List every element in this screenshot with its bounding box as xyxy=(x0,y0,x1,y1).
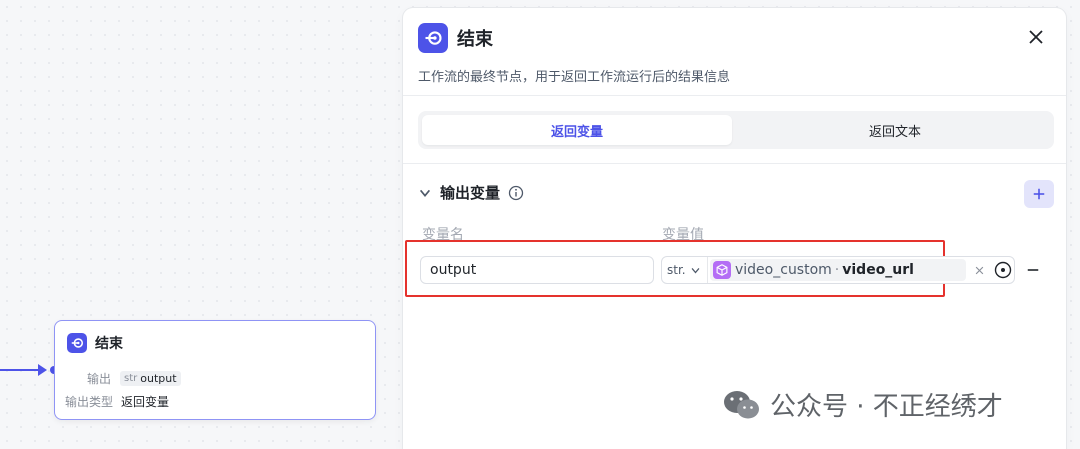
close-icon xyxy=(1029,30,1043,44)
node-output-type-label: 输出类型 xyxy=(65,395,114,409)
node-header: 结束 xyxy=(67,333,123,353)
clear-reference-button[interactable] xyxy=(972,261,986,279)
select-reference-button[interactable] xyxy=(992,259,1014,281)
minus-icon xyxy=(1027,269,1039,271)
node-output-tag: str output xyxy=(120,371,181,386)
clear-icon xyxy=(975,266,983,274)
end-node-icon xyxy=(418,23,448,53)
close-button[interactable] xyxy=(1023,24,1049,50)
variable-reference-chip[interactable]: video_custom · video_url xyxy=(710,259,966,281)
output-mode-tabs: 返回变量 返回文本 xyxy=(418,111,1054,149)
node-output-label: 输出 xyxy=(87,372,112,386)
end-node-panel: 结束 工作流的最终节点，用于返回工作流运行后的结果信息 返回变量 返回文本 输出… xyxy=(403,8,1066,449)
panel-description: 工作流的最终节点，用于返回工作流运行后的结果信息 xyxy=(418,70,731,85)
reference-variable-name: video_url xyxy=(842,262,914,278)
wechat-watermark: 公众号 · 不正经绣才 xyxy=(722,386,1003,423)
connector-arrow xyxy=(38,364,47,376)
target-icon xyxy=(994,261,1012,279)
variable-type-label: str. xyxy=(667,263,686,277)
end-node-icon xyxy=(67,333,87,353)
wechat-icon xyxy=(724,390,759,418)
info-icon[interactable] xyxy=(508,185,524,201)
code-node-icon xyxy=(713,261,731,279)
node-title: 结束 xyxy=(95,336,123,352)
variable-type-select[interactable]: str. xyxy=(662,257,708,283)
reference-separator: · xyxy=(834,262,840,278)
node-output-name: output xyxy=(140,372,177,385)
chevron-down-icon[interactable] xyxy=(418,186,432,200)
node-output-type-value: 返回变量 xyxy=(121,395,170,409)
plus-icon xyxy=(1033,188,1045,200)
canvas-end-node[interactable]: 结束 输出 str output 输出类型 返回变量 xyxy=(54,320,376,420)
chevron-down-icon xyxy=(691,267,700,274)
output-variables-header[interactable]: 输出变量 xyxy=(418,182,524,203)
tab-return-text[interactable]: 返回文本 xyxy=(740,115,1050,145)
variable-value-field: str. video_custom · video_url xyxy=(661,256,1015,284)
tab-return-variable[interactable]: 返回变量 xyxy=(422,115,732,145)
reference-node-name: video_custom xyxy=(735,262,832,278)
node-output-type-row: 输出类型 返回变量 xyxy=(65,393,169,410)
panel-header: 结束 工作流的最终节点，用于返回工作流运行后的结果信息 xyxy=(403,8,1066,96)
variable-name-input[interactable] xyxy=(420,256,654,284)
watermark-text: 公众号 · 不正经绣才 xyxy=(770,392,1003,422)
section-title: 输出变量 xyxy=(440,184,501,202)
divider xyxy=(403,163,1066,164)
node-output-type: str xyxy=(124,373,138,384)
remove-variable-button[interactable] xyxy=(1023,260,1043,280)
add-variable-button[interactable] xyxy=(1024,180,1054,208)
panel-title: 结束 xyxy=(457,29,493,50)
node-output-row: 输出 str output xyxy=(87,370,181,387)
